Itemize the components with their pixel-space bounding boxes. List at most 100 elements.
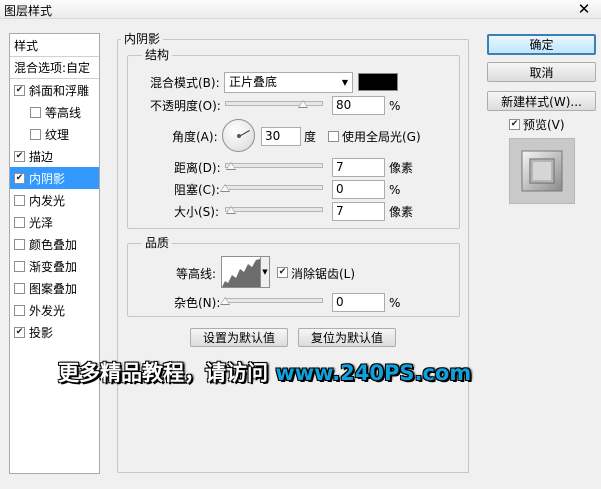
- close-icon[interactable]: ✕: [573, 1, 595, 17]
- blend-mode-value: 正片叠底: [229, 75, 278, 89]
- choke-label: 阻塞(C):: [174, 183, 220, 197]
- global-light-checkbox[interactable]: [328, 131, 339, 142]
- noise-unit: %: [389, 296, 401, 310]
- style-item-inner-shadow[interactable]: 内阴影: [10, 167, 99, 189]
- window-title: 图层样式: [4, 4, 53, 18]
- style-item-outer-glow[interactable]: 外发光: [10, 299, 99, 321]
- global-light-label: 使用全局光(G): [342, 130, 421, 144]
- watermark-url: www.240PS.com: [275, 361, 472, 385]
- watermark-text: 更多精品教程，请访问 www.240PS.com: [58, 357, 471, 387]
- distance-unit: 像素: [389, 161, 414, 175]
- opacity-slider-thumb[interactable]: [298, 100, 309, 108]
- size-input[interactable]: 7: [332, 202, 385, 221]
- contour-checkbox[interactable]: [30, 106, 41, 118]
- group-bottom-edge: [118, 472, 469, 473]
- style-item-pattern-overlay[interactable]: 图案叠加: [10, 277, 99, 299]
- inner-glow-checkbox[interactable]: [14, 194, 25, 206]
- contour-dropdown[interactable]: ▼: [261, 256, 270, 288]
- outer-glow-checkbox[interactable]: [14, 304, 25, 316]
- style-item-inner-glow[interactable]: 内发光: [10, 189, 99, 211]
- chevron-down-icon: ▼: [341, 78, 348, 87]
- preview-frame-icon: [521, 150, 563, 192]
- satin-checkbox[interactable]: [14, 216, 25, 228]
- distance-slider-thumb[interactable]: [226, 162, 236, 170]
- pattern-overlay-checkbox[interactable]: [14, 282, 25, 294]
- size-slider-track[interactable]: [225, 207, 323, 212]
- noise-slider-thumb[interactable]: [220, 297, 230, 305]
- noise-input[interactable]: 0: [332, 293, 385, 312]
- size-unit: 像素: [389, 205, 414, 219]
- noise-slider-track[interactable]: [225, 298, 323, 303]
- cancel-button[interactable]: 取消: [487, 62, 596, 82]
- style-item-label: 渐变叠加: [29, 259, 78, 274]
- opacity-input[interactable]: 80: [332, 96, 385, 115]
- styles-list-header[interactable]: 样式: [14, 34, 103, 56]
- choke-unit: %: [389, 183, 401, 197]
- inner-shadow-checkbox[interactable]: [14, 172, 25, 184]
- opacity-unit: %: [389, 99, 401, 113]
- make-default-button[interactable]: 设置为默认值: [190, 328, 288, 347]
- angle-dial[interactable]: [222, 119, 255, 152]
- choke-slider-track[interactable]: [225, 185, 323, 190]
- angle-unit: 度: [304, 130, 317, 144]
- angle-input[interactable]: 30: [261, 127, 301, 146]
- preview-label: 预览(V): [523, 118, 565, 132]
- quality-title: 品质: [142, 236, 173, 250]
- distance-slider-track[interactable]: [225, 163, 323, 168]
- title-bar: 图层样式 ✕: [0, 0, 601, 19]
- contour-label: 等高线:: [176, 267, 217, 281]
- style-item-label: 图案叠加: [29, 281, 78, 296]
- styles-list: 样式 混合选项:自定 斜面和浮雕 等高线 纹理 描边 内阴影 内发光: [9, 33, 100, 474]
- reset-default-button[interactable]: 复位为默认值: [298, 328, 396, 347]
- blend-mode-select[interactable]: 正片叠底 ▼: [224, 72, 353, 93]
- antialias-checkbox[interactable]: [277, 267, 288, 278]
- style-item-satin[interactable]: 光泽: [10, 211, 99, 233]
- style-item-label: 纹理: [45, 127, 70, 142]
- choke-slider-thumb[interactable]: [220, 184, 230, 192]
- layer-style-dialog: 图层样式 ✕ 样式 混合选项:自定 斜面和浮雕 等高线 纹理 描边 内阴影: [0, 0, 601, 489]
- shadow-color-swatch[interactable]: [358, 73, 398, 91]
- style-item-drop-shadow[interactable]: 投影: [10, 321, 99, 343]
- ok-button[interactable]: 确定: [487, 34, 596, 55]
- style-item-label: 投影: [29, 325, 54, 340]
- angle-label: 角度(A):: [172, 130, 218, 144]
- style-item-label: 外发光: [29, 303, 66, 318]
- blending-options-item[interactable]: 混合选项:自定: [14, 56, 103, 78]
- bevel-emboss-checkbox[interactable]: [14, 84, 25, 96]
- distance-label: 距离(D):: [174, 161, 221, 175]
- style-item-stroke[interactable]: 描边: [10, 145, 99, 167]
- preview-checkbox[interactable]: [509, 119, 520, 130]
- blend-mode-label: 混合模式(B):: [150, 76, 220, 90]
- style-item-label: 等高线: [45, 105, 82, 120]
- style-item-label: 光泽: [29, 215, 54, 230]
- chevron-down-icon: ▼: [262, 268, 268, 276]
- contour-preview[interactable]: [221, 256, 261, 288]
- style-item-label: 内发光: [29, 193, 66, 208]
- gradient-overlay-checkbox[interactable]: [14, 260, 25, 272]
- style-item-bevel-emboss[interactable]: 斜面和浮雕: [10, 79, 99, 101]
- watermark-caption: 更多精品教程，请访问: [58, 361, 276, 385]
- structure-title: 结构: [142, 48, 173, 62]
- new-style-button[interactable]: 新建样式(W)...: [487, 91, 596, 111]
- size-slider-thumb[interactable]: [226, 206, 236, 214]
- opacity-label: 不透明度(O):: [150, 99, 221, 113]
- style-item-label: 内阴影: [29, 171, 66, 186]
- contour-curve-icon: [222, 259, 260, 287]
- style-item-contour[interactable]: 等高线: [10, 101, 99, 123]
- style-item-color-overlay[interactable]: 颜色叠加: [10, 233, 99, 255]
- style-item-label: 斜面和浮雕: [29, 83, 90, 98]
- drop-shadow-checkbox[interactable]: [14, 326, 25, 338]
- color-overlay-checkbox[interactable]: [14, 238, 25, 250]
- angle-center-dot: [237, 134, 241, 138]
- antialias-label: 消除锯齿(L): [291, 267, 356, 281]
- inner-shadow-title: 内阴影: [121, 32, 164, 46]
- style-item-gradient-overlay[interactable]: 渐变叠加: [10, 255, 99, 277]
- texture-checkbox[interactable]: [30, 128, 41, 140]
- style-item-label: 颜色叠加: [29, 237, 78, 252]
- stroke-checkbox[interactable]: [14, 150, 25, 162]
- distance-input[interactable]: 7: [332, 158, 385, 177]
- choke-input[interactable]: 0: [332, 180, 385, 199]
- noise-label: 杂色(N):: [174, 296, 221, 310]
- style-item-texture[interactable]: 纹理: [10, 123, 99, 145]
- style-preview-thumbnail: [509, 138, 575, 204]
